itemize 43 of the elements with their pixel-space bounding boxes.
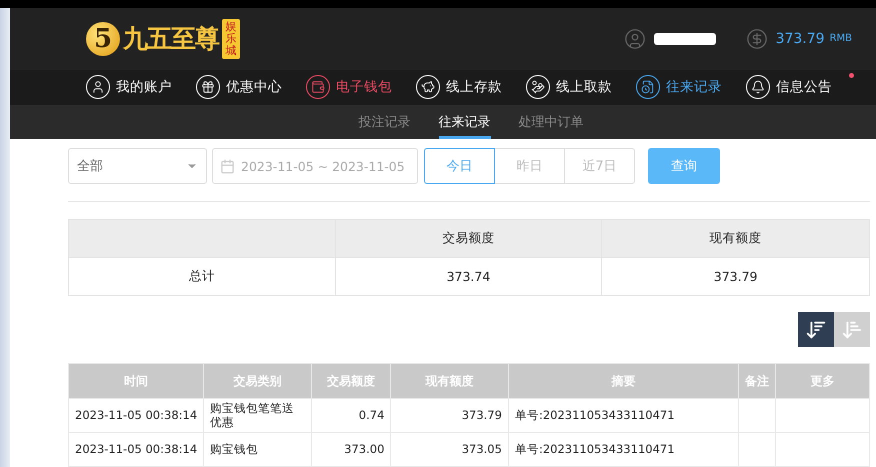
bell-icon	[746, 75, 770, 100]
currency-label: RMB	[830, 33, 852, 44]
wallet-icon	[306, 75, 330, 100]
user-icon	[624, 28, 646, 50]
sub-tab[interactable]: 投注记录	[358, 104, 410, 139]
summary-cell: 373.74	[335, 258, 602, 296]
sub-tab[interactable]: 处理中订单	[518, 104, 584, 139]
gift-icon	[196, 75, 220, 100]
table-cell: 373.05	[390, 432, 508, 466]
hand-coins-icon	[526, 75, 550, 100]
nav-item[interactable]: 优惠中心	[196, 75, 306, 100]
dollar-icon	[746, 28, 768, 50]
logo-mark: 5	[86, 22, 120, 56]
nav-item[interactable]: 往来记录	[636, 75, 746, 100]
nav-item[interactable]: 我的账户	[86, 75, 196, 100]
table-cell	[738, 398, 776, 432]
type-select[interactable]: 全部	[68, 148, 207, 184]
table-cell: 2023-11-05 00:38:14	[68, 398, 204, 432]
nav-item[interactable]: 电子钱包	[306, 75, 416, 100]
document-clock-icon	[636, 75, 660, 100]
sub-tab[interactable]: 往来记录	[438, 104, 490, 139]
summary-header: 交易额度	[335, 220, 602, 258]
logo-name: 九五至尊	[123, 23, 219, 56]
logo-badge: 娱乐城	[222, 18, 240, 59]
summary-cell: 373.79	[602, 258, 870, 296]
nav-item[interactable]: 线上取款	[526, 75, 636, 100]
table-cell: 373.79	[390, 398, 508, 432]
table-cell: 2023-11-05 00:38:14	[68, 432, 204, 466]
piggy-bank-icon	[416, 75, 440, 100]
table-cell: 购宝钱包	[204, 432, 312, 466]
summary-header: 现有额度	[602, 220, 870, 258]
table-cell: 0.74	[311, 398, 391, 432]
summary-cell: 总计	[68, 258, 336, 296]
table-cell: 购宝钱包笔笔送优惠	[204, 398, 312, 432]
calendar-icon	[220, 158, 235, 174]
nav-item[interactable]: 线上存款	[416, 75, 526, 100]
table-cell: 单号:202311053433110471	[508, 432, 738, 466]
table-cell: 单号:202311053433110471	[508, 398, 738, 432]
nav-item[interactable]: 信息公告	[746, 75, 856, 100]
table-cell: 373.00	[311, 432, 391, 466]
sort-descending-button[interactable]	[798, 312, 834, 347]
user-icon	[86, 75, 110, 100]
balance-amount: 373.79	[776, 30, 825, 47]
